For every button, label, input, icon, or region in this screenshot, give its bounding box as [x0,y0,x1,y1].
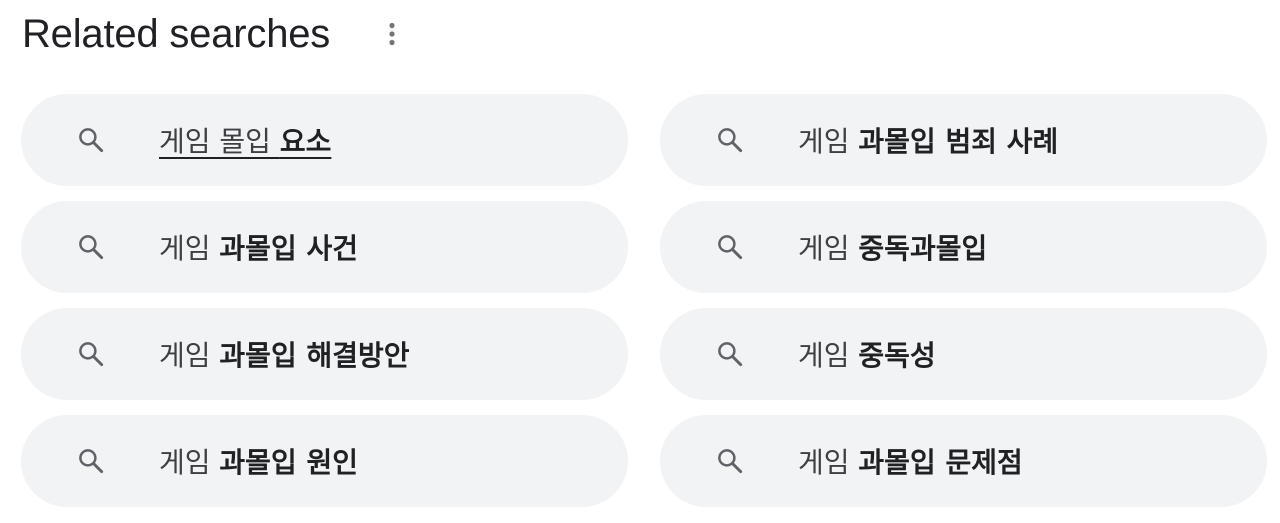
more-options-button[interactable] [378,16,406,52]
search-icon [76,339,106,369]
related-search-label: 게임 과몰입 원인 [159,441,358,481]
related-search-chip[interactable]: 게임 과몰입 범죄 사례 [660,94,1267,186]
related-search-label: 게임 과몰입 사건 [159,227,358,267]
related-search-chip[interactable]: 게임 중독성 [660,308,1267,400]
search-term-bold: 과몰입 문제점 [858,446,1023,479]
related-search-label: 게임 몰입 요소 [159,120,331,160]
search-term-plain: 게임 [159,339,220,372]
search-term-bold: 중독성 [858,339,936,372]
search-term-bold: 중독과몰입 [858,232,988,265]
search-term-plain: 게임 [798,339,859,372]
search-icon [715,125,745,155]
search-icon [715,232,745,262]
section-title: Related searches [22,11,331,56]
search-term-bold: 과몰입 범죄 사례 [858,125,1059,158]
related-search-label: 게임 중독과몰입 [798,227,987,267]
search-term-plain: 게임 [798,446,859,479]
related-searches-grid: 게임 몰입 요소 게임 과몰입 범죄 사례 게임 과몰입 사건 게임 중독과몰입… [21,94,1267,507]
related-search-label: 게임 과몰입 범죄 사례 [798,120,1058,160]
related-search-label: 게임 과몰입 해결방안 [159,334,410,374]
search-term-plain: 게임 [798,125,859,158]
search-term-plain: 게임 [798,232,859,265]
search-term-plain: 게임 [159,232,220,265]
related-search-chip[interactable]: 게임 과몰입 해결방안 [21,308,628,400]
search-term-bold: 과몰입 사건 [219,232,358,265]
search-term-plain: 게임 몰입 [159,125,280,158]
search-term-bold: 과몰입 원인 [219,446,358,479]
search-icon [715,446,745,476]
search-term-bold: 요소 [279,125,332,158]
more-vert-icon [389,22,395,46]
related-search-chip[interactable]: 게임 과몰입 원인 [21,415,628,507]
related-search-label: 게임 중독성 [798,334,936,374]
related-searches-header: Related searches [22,8,330,60]
related-search-chip[interactable]: 게임 중독과몰입 [660,201,1267,293]
search-icon [76,232,106,262]
related-search-label: 게임 과몰입 문제점 [798,441,1023,481]
search-icon [76,125,106,155]
related-search-chip[interactable]: 게임 몰입 요소 [21,94,628,186]
search-term-bold: 과몰입 해결방안 [219,339,410,372]
related-search-chip[interactable]: 게임 과몰입 사건 [21,201,628,293]
search-term-plain: 게임 [159,446,220,479]
related-search-chip[interactable]: 게임 과몰입 문제점 [660,415,1267,507]
search-icon [76,446,106,476]
search-icon [715,339,745,369]
